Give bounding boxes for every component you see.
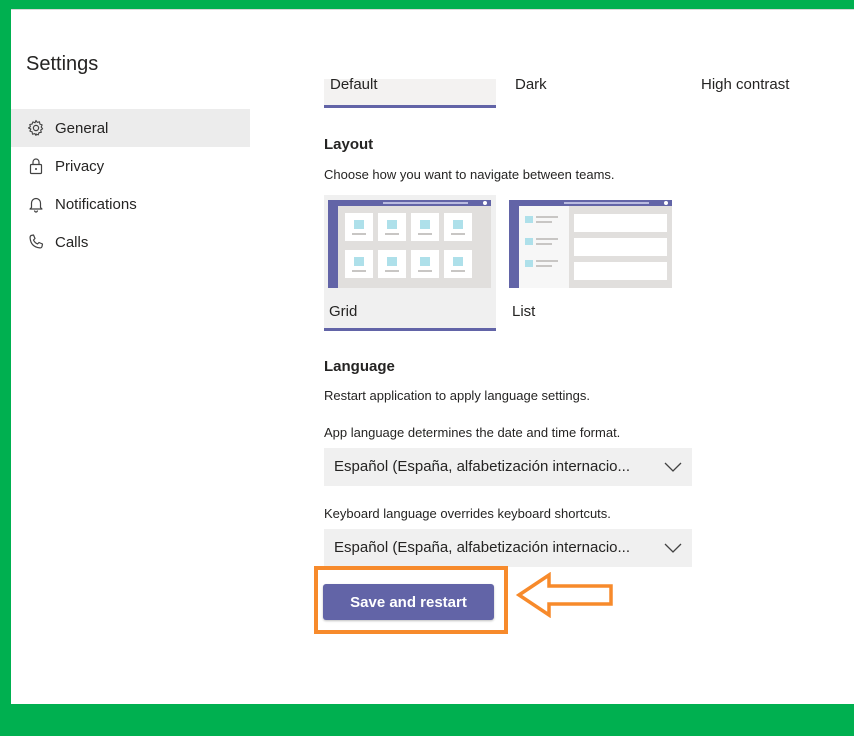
theme-label-default: Default [330, 76, 378, 93]
layout-option-list[interactable]: List [509, 195, 681, 328]
keyboard-language-label: Keyboard language overrides keyboard sho… [324, 506, 611, 521]
lock-icon [27, 157, 45, 175]
language-heading: Language [324, 358, 395, 375]
language-restart-note: Restart application to apply language se… [324, 388, 590, 403]
gear-icon [27, 119, 45, 137]
bell-icon [27, 195, 45, 213]
keyboard-language-value: Español (España, alfabetización internac… [334, 539, 631, 556]
nav-item-privacy[interactable]: Privacy [11, 147, 250, 185]
nav-label-privacy: Privacy [55, 157, 105, 175]
layout-heading: Layout [324, 136, 374, 153]
keyboard-language-select[interactable]: Español (España, alfabetización internac… [324, 529, 692, 567]
nav-label-general: General [55, 119, 109, 137]
top-divider [11, 9, 854, 10]
theme-option-dark[interactable]: Dark [509, 76, 669, 105]
save-and-restart-button[interactable]: Save and restart [323, 584, 494, 620]
chevron-down-icon [664, 543, 682, 553]
layout-label-grid: Grid [329, 303, 358, 320]
annotation-arrow-icon [515, 572, 613, 618]
nav-label-notifications: Notifications [55, 195, 137, 213]
layout-description: Choose how you want to navigate between … [324, 167, 615, 182]
theme-label-dark: Dark [515, 76, 547, 93]
app-language-select[interactable]: Español (España, alfabetización internac… [324, 448, 692, 486]
settings-nav: General Privacy Notifications Calls [11, 109, 250, 261]
grid-preview-image [328, 200, 491, 288]
phone-icon [27, 233, 45, 251]
nav-item-notifications[interactable]: Notifications [11, 185, 250, 223]
nav-label-calls: Calls [55, 233, 89, 251]
layout-option-grid[interactable]: Grid [324, 195, 496, 331]
app-language-label: App language determines the date and tim… [324, 425, 621, 440]
theme-option-default[interactable]: Default [324, 76, 496, 108]
layout-label-list: List [512, 303, 536, 320]
theme-label-high-contrast: High contrast [701, 76, 790, 93]
list-preview-image [509, 200, 672, 288]
theme-option-high-contrast[interactable]: High contrast [695, 76, 854, 105]
settings-window: Settings General Privacy Notifications C… [11, 9, 854, 704]
nav-item-calls[interactable]: Calls [11, 223, 250, 261]
page-title: Settings [26, 53, 99, 75]
app-language-value: Español (España, alfabetización internac… [334, 458, 631, 475]
nav-item-general[interactable]: General [11, 109, 250, 147]
chevron-down-icon [664, 462, 682, 472]
